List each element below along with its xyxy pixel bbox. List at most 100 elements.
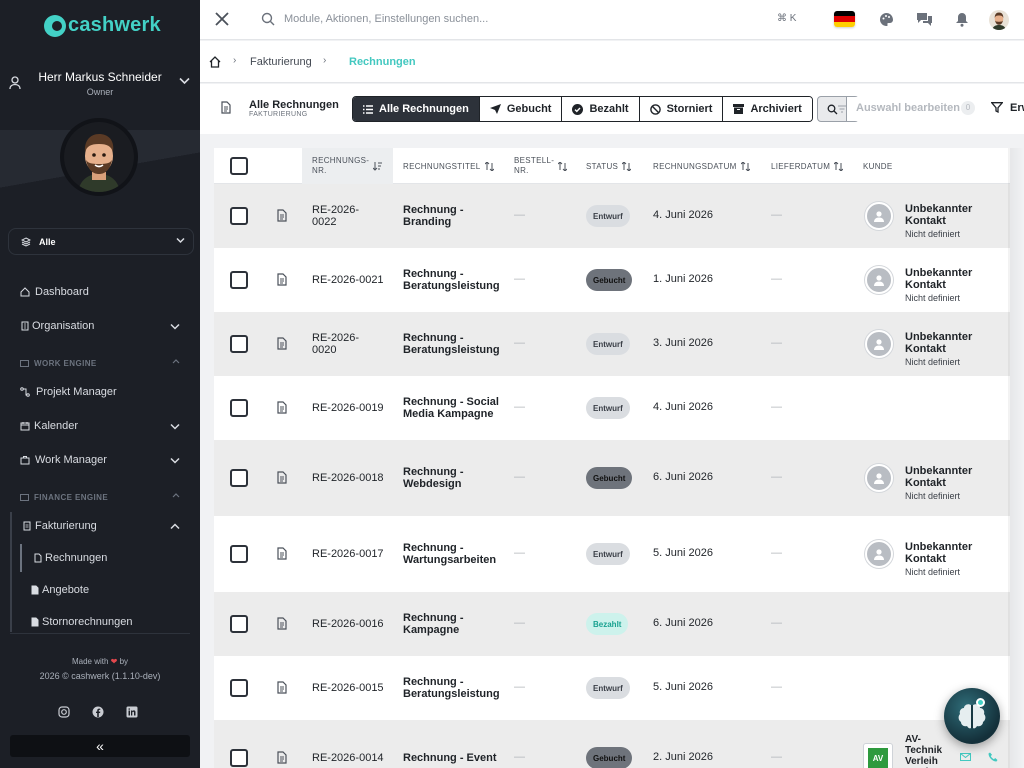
column-header-delivery[interactable]: LIEFERDATUM	[771, 148, 844, 184]
customer-name[interactable]: AV- Technik Verleih Nord	[905, 734, 942, 768]
document-icon[interactable]	[277, 617, 287, 630]
column-header-status[interactable]: STATUS	[586, 148, 632, 184]
checkbox[interactable]	[230, 157, 248, 175]
sidebar-item-stornorechnungen[interactable]: Stornorechnungen	[0, 608, 200, 636]
row-checkbox[interactable]	[230, 399, 248, 417]
row-checkbox[interactable]	[230, 615, 248, 633]
customer-avatar[interactable]	[865, 464, 893, 492]
table-row[interactable]: RE-2026- 0022 Rechnung - Branding — Entwurf…	[214, 184, 1010, 248]
instagram-icon[interactable]	[58, 706, 70, 718]
invoice-number[interactable]: RE-2026- 0020	[312, 331, 359, 357]
filter-icon[interactable]	[991, 102, 1003, 113]
sidebar-item-kalender[interactable]: Kalender	[0, 412, 200, 440]
customer-logo[interactable]: AV	[863, 743, 893, 768]
home-icon[interactable]	[209, 56, 221, 68]
global-search-input[interactable]: Module, Aktionen, Einstellungen suchen..…	[284, 13, 488, 25]
sidebar-item-dashboard[interactable]: Dashboard	[0, 278, 200, 306]
document-icon[interactable]	[277, 337, 287, 350]
customer-info[interactable]: Unbekannter Kontakt Nicht definiert	[905, 541, 1010, 577]
invoice-title[interactable]: Rechnung - Beratungsleistung	[403, 267, 513, 293]
invoice-number[interactable]: RE-2026-0021	[312, 267, 384, 293]
user-avatar[interactable]	[60, 118, 138, 196]
invoice-title[interactable]: Rechnung - Branding	[403, 203, 513, 229]
checkbox[interactable]	[230, 615, 248, 633]
invoice-title[interactable]: Rechnung - Beratungsleistung	[403, 675, 513, 701]
email-icon[interactable]	[960, 753, 971, 761]
german-flag-icon[interactable]	[834, 11, 855, 27]
customer-info[interactable]: Unbekannter Kontakt Nicht definiert	[905, 203, 1010, 239]
invoice-title[interactable]: Rechnung - Event	[403, 745, 513, 768]
checkbox[interactable]	[230, 469, 248, 487]
invoice-number[interactable]: RE-2026-0015	[312, 675, 384, 701]
customer-info[interactable]: Unbekannter Kontakt Nicht definiert	[905, 267, 1010, 303]
invoice-number[interactable]: RE-2026-0016	[312, 611, 384, 637]
phone-icon[interactable]	[988, 752, 998, 762]
column-header-customer[interactable]: KUNDE	[863, 148, 893, 184]
tab-bezahlt[interactable]: Bezahlt	[561, 97, 639, 121]
checkbox[interactable]	[230, 545, 248, 563]
app-logo[interactable]: cashwerk	[44, 14, 161, 37]
invoice-title[interactable]: Rechnung - Beratungsleistung	[403, 331, 513, 357]
column-header-nr[interactable]: RECHNUNGS- NR.	[302, 148, 393, 184]
table-row[interactable]: RE-2026-0021 Rechnung - Beratungsleistung…	[214, 248, 1010, 312]
document-icon[interactable]	[277, 273, 287, 286]
breadcrumb-item-fakturierung[interactable]: Fakturierung	[250, 56, 312, 68]
column-header-date[interactable]: RECHNUNGSDATUM	[653, 148, 750, 184]
sidebar-item-fakturierung[interactable]: Fakturierung	[0, 512, 200, 540]
invoice-title[interactable]: Rechnung - Wartungsarbeiten	[403, 541, 513, 567]
row-checkbox[interactable]	[230, 679, 248, 697]
row-checkbox[interactable]	[230, 271, 248, 289]
invoice-title[interactable]: Rechnung - Webdesign	[403, 465, 513, 491]
tab-storniert[interactable]: Storniert	[638, 97, 723, 121]
invoice-number[interactable]: RE-2026-0019	[312, 395, 384, 421]
bell-icon[interactable]	[955, 12, 969, 27]
invoice-title[interactable]: Rechnung - Kampagne	[403, 611, 513, 637]
document-icon[interactable]	[277, 681, 287, 694]
customer-avatar[interactable]	[865, 540, 893, 568]
table-row[interactable]: RE-2026-0016 Rechnung - Kampagne — Bezahlt 6…	[214, 592, 1010, 656]
table-row[interactable]: RE-2026-0019 Rechnung - Social Media Kamp…	[214, 376, 1010, 440]
sidebar-item-projekt-manager[interactable]: Projekt Manager	[0, 378, 200, 406]
row-checkbox[interactable]	[230, 469, 248, 487]
row-checkbox[interactable]	[230, 207, 248, 225]
invoice-number[interactable]: RE-2026-0017	[312, 541, 384, 567]
sidebar-item-organisation[interactable]: Organisation	[0, 312, 200, 340]
checkbox[interactable]	[230, 335, 248, 353]
tab-alle-rechnungen[interactable]: Alle Rechnungen	[353, 97, 479, 121]
table-row[interactable]: RE-2026-0014 Rechnung - Event — Gebucht 2. J…	[214, 720, 1010, 768]
sidebar-item-angebote[interactable]: Angebote	[0, 576, 200, 604]
palette-icon[interactable]	[879, 12, 894, 27]
sidebar-item-work-manager[interactable]: Work Manager	[0, 446, 200, 474]
table-row[interactable]: RE-2026-0015 Rechnung - Beratungsleistung…	[214, 656, 1010, 720]
column-header-title[interactable]: RECHNUNGSTITEL	[403, 148, 494, 184]
document-icon[interactable]	[277, 401, 287, 414]
table-row[interactable]: RE-2026- 0020 Rechnung - Beratungsleistun…	[214, 312, 1010, 376]
invoice-number[interactable]: RE-2026-0018	[312, 465, 384, 491]
row-checkbox[interactable]	[230, 749, 248, 767]
document-icon[interactable]	[277, 547, 287, 560]
customer-avatar[interactable]	[865, 330, 893, 358]
close-icon[interactable]	[214, 11, 230, 27]
customer-avatar[interactable]	[865, 266, 893, 294]
customer-info[interactable]: Unbekannter Kontakt Nicht definiert	[905, 331, 1010, 367]
tab-gebucht[interactable]: Gebucht	[478, 97, 562, 121]
invoice-number[interactable]: RE-2026-0014	[312, 745, 384, 768]
edit-selection-button[interactable]: Auswahl bearbeiten	[856, 102, 960, 114]
document-icon[interactable]	[277, 471, 287, 484]
invoice-number[interactable]: RE-2026- 0022	[312, 203, 359, 229]
document-icon[interactable]	[277, 751, 287, 764]
checkbox[interactable]	[230, 679, 248, 697]
checkbox[interactable]	[230, 207, 248, 225]
customer-info[interactable]: Unbekannter Kontakt Nicht definiert	[905, 465, 1010, 501]
invoice-title[interactable]: Rechnung - Social Media Kampagne	[403, 395, 513, 421]
customer-avatar[interactable]	[865, 202, 893, 230]
ai-assistant-button[interactable]	[944, 688, 1000, 744]
linkedin-icon[interactable]	[126, 706, 138, 718]
checkbox[interactable]	[230, 399, 248, 417]
row-checkbox[interactable]	[230, 545, 248, 563]
select-all-checkbox[interactable]	[230, 148, 248, 184]
tab-archiviert[interactable]: Archiviert	[722, 97, 812, 121]
column-header-order[interactable]: BESTELL- NR.	[514, 148, 568, 184]
table-search-toggle[interactable]	[817, 96, 860, 122]
sidebar-item-rechnungen[interactable]: Rechnungen	[0, 544, 200, 572]
